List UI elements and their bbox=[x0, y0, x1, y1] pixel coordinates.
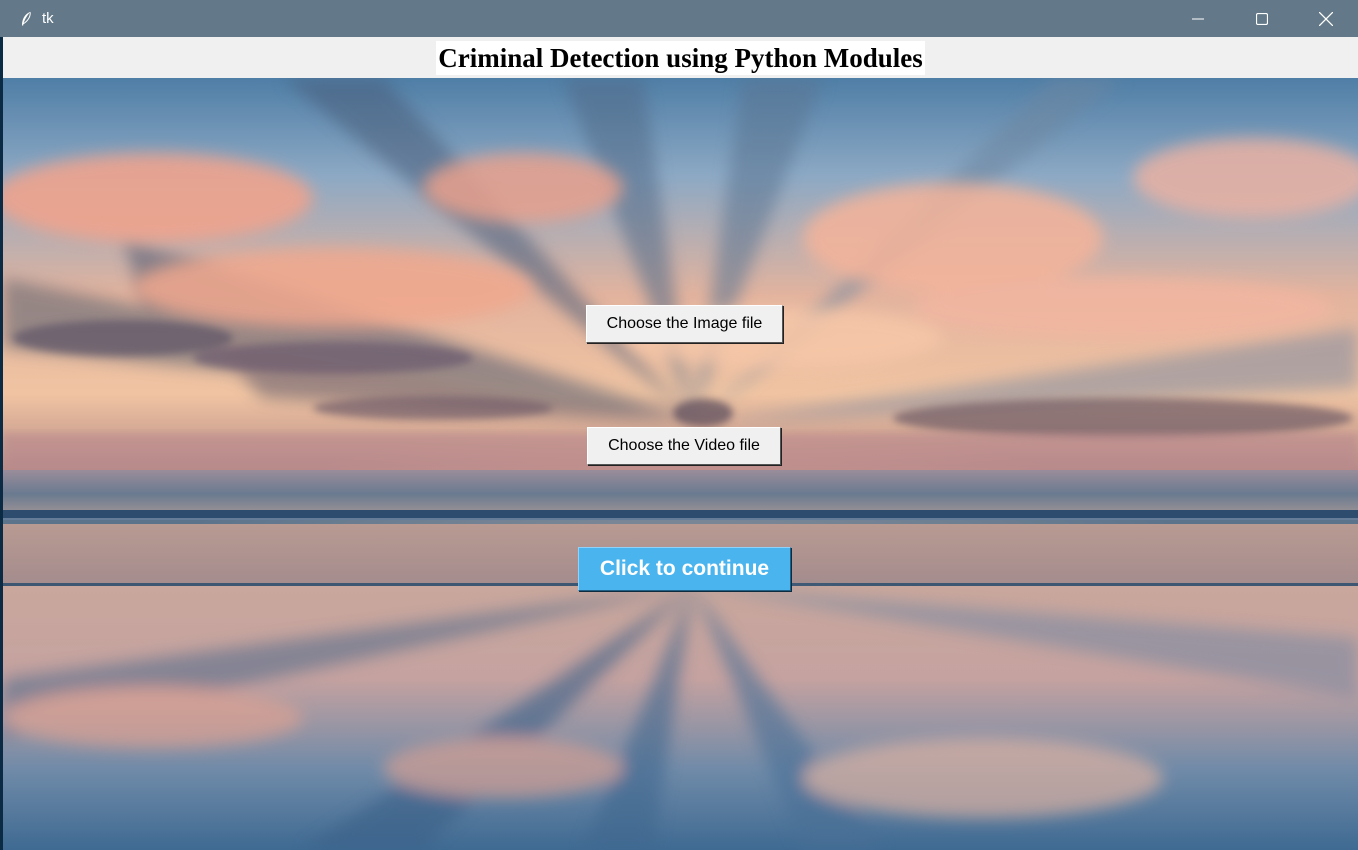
feather-icon bbox=[18, 11, 34, 27]
choose-video-button[interactable]: Choose the Video file bbox=[587, 427, 781, 465]
close-icon bbox=[1319, 11, 1333, 26]
window-controls bbox=[1166, 0, 1358, 37]
choose-image-button[interactable]: Choose the Image file bbox=[586, 305, 783, 343]
header-bar: Criminal Detection using Python Modules bbox=[3, 37, 1358, 78]
minimize-button[interactable] bbox=[1166, 0, 1230, 37]
minimize-icon bbox=[1192, 18, 1204, 19]
maximize-button[interactable] bbox=[1230, 0, 1294, 37]
page-title: Criminal Detection using Python Modules bbox=[436, 40, 925, 75]
window-title: tk bbox=[42, 10, 54, 27]
title-bar[interactable]: tk bbox=[0, 0, 1358, 37]
app-window: tk Criminal Detection using Python Modul… bbox=[0, 0, 1358, 850]
continue-button[interactable]: Click to continue bbox=[578, 547, 791, 591]
maximize-icon bbox=[1256, 12, 1268, 25]
close-button[interactable] bbox=[1294, 0, 1358, 37]
